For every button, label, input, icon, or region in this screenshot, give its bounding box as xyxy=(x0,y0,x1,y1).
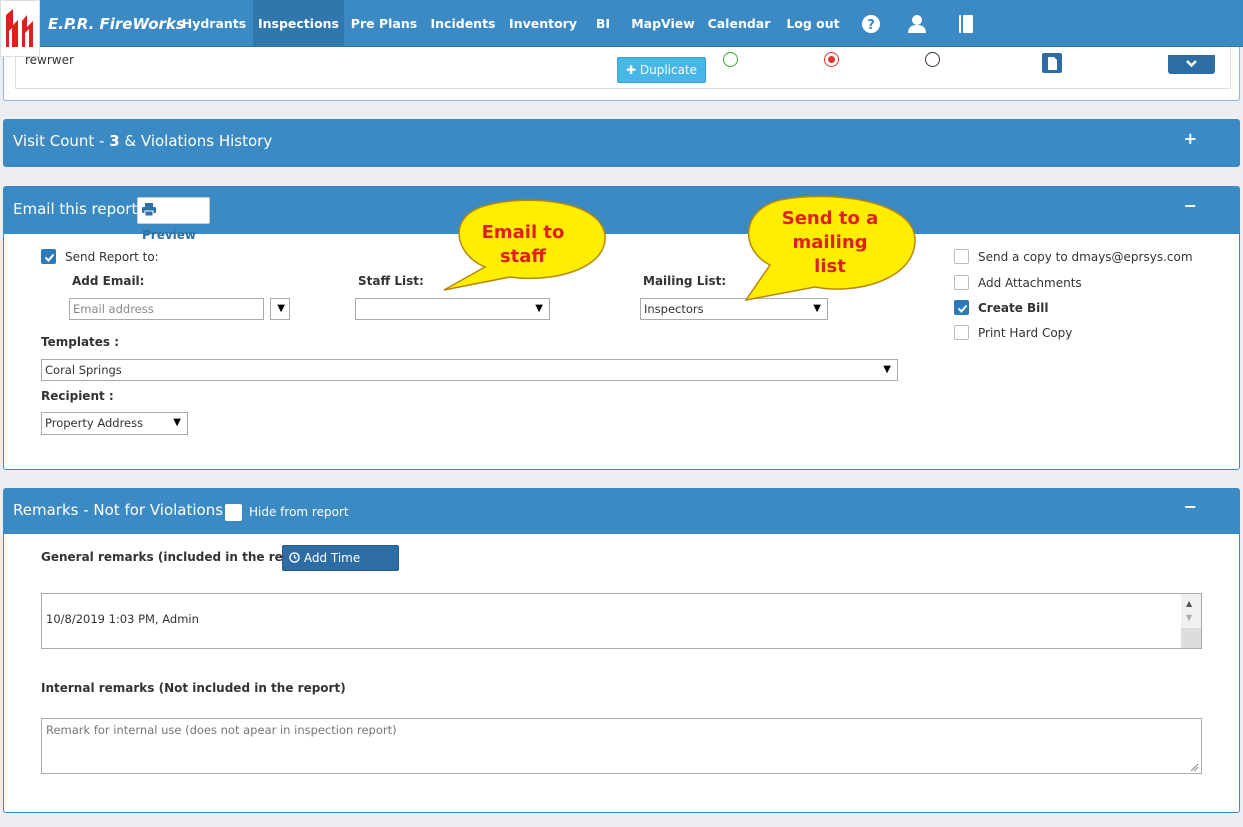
add-attachments-label: Add Attachments xyxy=(978,276,1082,290)
general-remarks-scrollbar[interactable]: ▲ ▼ xyxy=(1181,594,1201,648)
visit-count-header[interactable]: Visit Count - 3 & Violations History + xyxy=(4,120,1239,166)
printer-icon xyxy=(142,203,156,217)
duplicate-label: Duplicate xyxy=(639,63,698,77)
nav-calendar[interactable]: Calendar xyxy=(707,0,771,47)
add-attachments-checkbox[interactable] xyxy=(954,275,969,290)
document-icon[interactable] xyxy=(1042,53,1062,73)
svg-text:?: ? xyxy=(867,18,875,33)
nav-incidents[interactable]: Incidents xyxy=(428,0,498,47)
templates-label: Templates : xyxy=(41,335,120,349)
staff-list-label: Staff List: xyxy=(358,274,424,288)
email-report-title: Email this report xyxy=(13,200,138,218)
add-time-stamp-button[interactable]: Add Time Stamp xyxy=(282,545,399,589)
scroll-up-icon[interactable]: ▲ xyxy=(1186,599,1192,608)
duplicate-button[interactable]: ✚ Duplicate xyxy=(617,57,706,83)
book-icon[interactable] xyxy=(956,14,976,34)
radio-fail[interactable] xyxy=(824,52,839,67)
email-dropdown-button[interactable]: ▼ xyxy=(270,298,290,320)
general-remarks-label: General remarks (included in the report) xyxy=(41,550,317,564)
add-email-label: Add Email: xyxy=(72,274,145,288)
nav-bi[interactable]: BI xyxy=(590,0,616,47)
chevron-down-icon xyxy=(1186,60,1197,68)
collapse-toggle-icon[interactable]: − xyxy=(1184,196,1197,215)
hide-from-report-label: Hide from report xyxy=(249,505,349,519)
internal-remarks-textarea[interactable]: Remark for internal use (does not apear … xyxy=(41,718,1202,774)
general-remarks-textarea[interactable]: 10/8/2019 1:03 PM, Admin xyxy=(41,593,1202,649)
help-icon[interactable]: ? xyxy=(861,14,881,34)
resize-grip-icon[interactable] xyxy=(1189,761,1199,772)
email-address-input[interactable]: Email address xyxy=(69,298,264,320)
templates-select[interactable]: Coral Springs ▼ xyxy=(41,359,898,381)
visit-count-panel: Visit Count - 3 & Violations History + xyxy=(3,119,1240,167)
top-navbar: E.P.R. FireWorks Hydrants Inspections Pr… xyxy=(0,0,1243,57)
send-report-label: Send Report to: xyxy=(65,250,159,264)
user-icon[interactable] xyxy=(907,14,927,34)
internal-remarks-label: Internal remarks (Not included in the re… xyxy=(41,681,346,695)
hide-from-report-checkbox[interactable] xyxy=(225,504,242,521)
preview-button[interactable]: Preview xyxy=(137,197,210,242)
nav-inventory[interactable]: Inventory xyxy=(507,0,579,47)
create-bill-label: Create Bill xyxy=(978,301,1049,315)
collapse-toggle-icon[interactable]: − xyxy=(1184,497,1197,516)
send-report-checkbox[interactable] xyxy=(41,249,56,264)
nav-log-out[interactable]: Log out xyxy=(784,0,842,47)
preview-label: Preview xyxy=(142,228,197,242)
radio-pass[interactable] xyxy=(723,52,738,67)
print-hard-copy-label: Print Hard Copy xyxy=(978,326,1073,340)
send-copy-label: Send a copy to dmays@eprsys.com xyxy=(978,250,1193,264)
fireworks-logo-icon xyxy=(2,2,38,55)
recipient-label: Recipient : xyxy=(41,389,114,403)
plus-icon: ✚ xyxy=(625,63,637,77)
recipient-select[interactable]: Property Address ▼ xyxy=(41,412,188,435)
nav-mapview[interactable]: MapView xyxy=(628,0,698,47)
nav-pre-plans[interactable]: Pre Plans xyxy=(348,0,420,47)
nav-inspections[interactable]: Inspections xyxy=(253,0,344,47)
callout-staff-text: Email to staff xyxy=(481,222,565,267)
clock-icon xyxy=(289,552,300,563)
print-hard-copy-checkbox[interactable] xyxy=(954,325,969,340)
general-remarks-value: 10/8/2019 1:03 PM, Admin xyxy=(46,612,199,626)
app-logo[interactable] xyxy=(0,0,40,57)
remarks-title: Remarks - Not for Violations xyxy=(13,501,224,519)
send-copy-checkbox[interactable] xyxy=(954,249,969,264)
remarks-header: Remarks - Not for Violations Hide from r… xyxy=(4,489,1239,534)
resize-grip-icon[interactable] xyxy=(1181,628,1201,648)
nav-hydrants[interactable]: Hydrants xyxy=(178,0,250,47)
expand-toggle-icon[interactable]: + xyxy=(1184,129,1197,148)
internal-remarks-placeholder: Remark for internal use (does not apear … xyxy=(46,723,397,737)
visit-count-title: Visit Count - 3 & Violations History xyxy=(13,132,273,150)
scroll-down-icon[interactable]: ▼ xyxy=(1186,613,1192,622)
expand-row-button[interactable] xyxy=(1168,55,1215,74)
create-bill-checkbox[interactable] xyxy=(954,300,969,315)
brand-name[interactable]: E.P.R. FireWorks xyxy=(48,15,185,33)
radio-na[interactable] xyxy=(925,52,940,67)
callout-mailing-text: Send to a mailing list xyxy=(781,208,879,277)
